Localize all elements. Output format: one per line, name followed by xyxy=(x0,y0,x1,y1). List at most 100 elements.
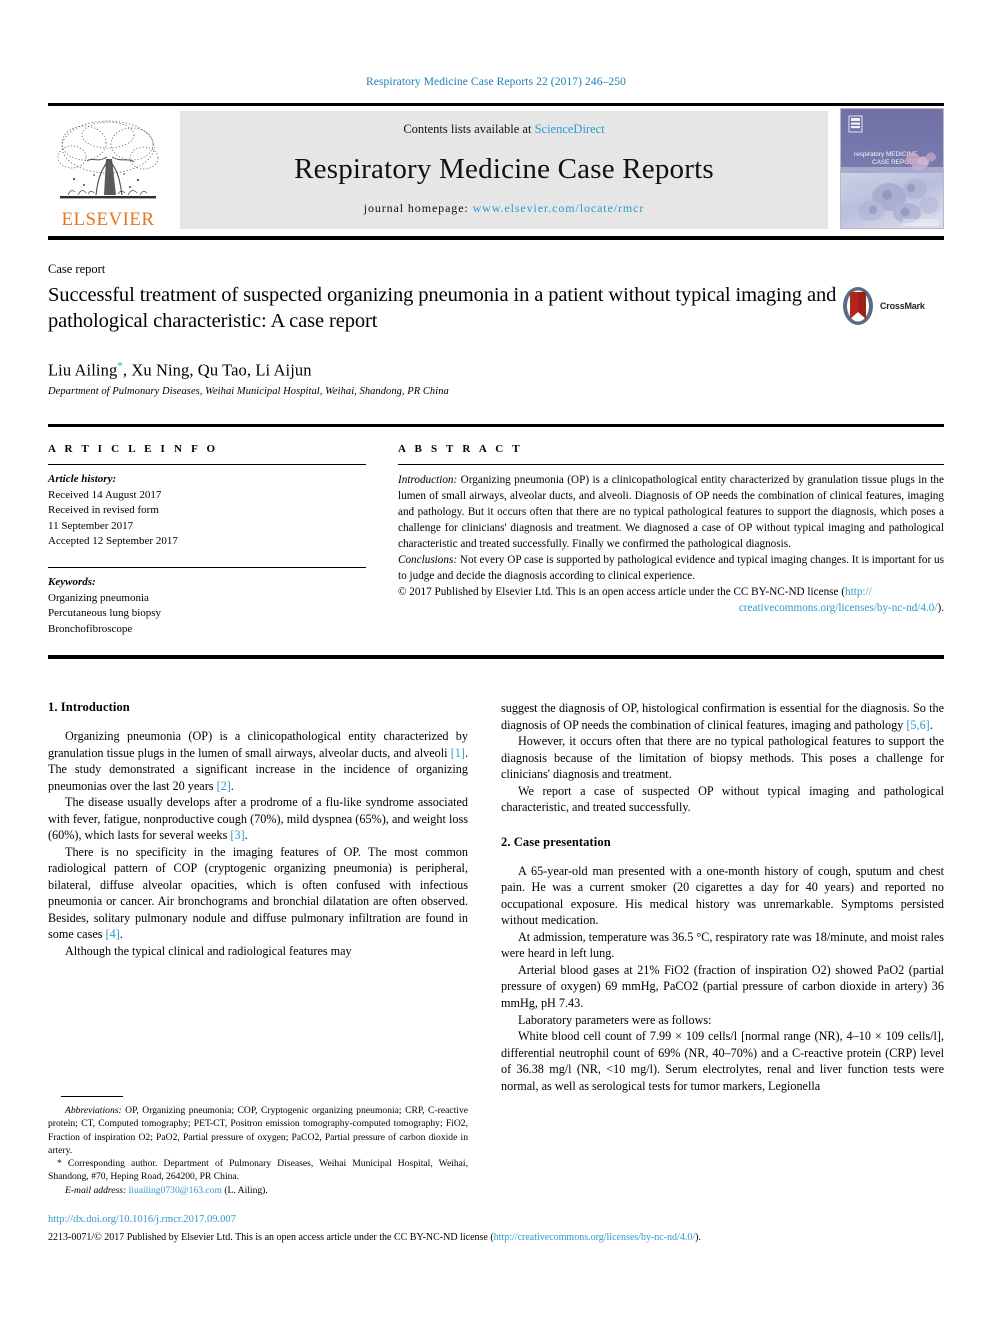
abstract-copyright-tail: ). xyxy=(937,602,944,615)
journal-cover-image: respiratory MEDICINE CASE REPORTS xyxy=(841,109,943,228)
abstract-block-rule-top xyxy=(48,424,944,427)
case-paragraph-5: White blood cell count of 7.99 × 109 cel… xyxy=(501,1029,944,1093)
intro-cont-text-b: . xyxy=(929,717,933,732)
abstract-introduction: Introduction: Organizing pneumonia (OP) … xyxy=(398,472,944,552)
author-affiliation: Department of Pulmonary Diseases, Weihai… xyxy=(48,386,449,397)
article-page: Respiratory Medicine Case Reports 22 (20… xyxy=(0,0,992,1323)
footnotes-block: Abbreviations: OP, Organizing pneumonia;… xyxy=(48,1104,468,1197)
article-title: Successful treatment of suspected organi… xyxy=(48,284,837,333)
article-history-group: Article history: Received 14 August 2017… xyxy=(48,472,366,550)
body-column-right: suggest the diagnosis of OP, histologica… xyxy=(501,700,944,1094)
abstract-conclusions-text: Not every OP case is supported by pathol… xyxy=(398,554,944,583)
abstract-introduction-text: Organizing pneumonia (OP) is a clinicopa… xyxy=(398,474,944,551)
abstract-copyright-line2: creativecommons.org/licenses/by-nc-nd/4.… xyxy=(398,600,944,616)
footnote-abbreviations: Abbreviations: OP, Organizing pneumonia;… xyxy=(48,1104,468,1157)
footnote-divider xyxy=(61,1096,123,1097)
citation-ref-4[interactable]: [4] xyxy=(106,927,120,941)
keyword-item: Bronchofibroscope xyxy=(48,622,133,635)
article-history-item: Received 14 August 2017 xyxy=(48,488,162,501)
email-address-suffix: (L. Ailing). xyxy=(221,1184,268,1196)
intro-p2-text-b: . xyxy=(244,828,248,843)
running-head: Respiratory Medicine Case Reports 22 (20… xyxy=(366,76,626,88)
abstract-divider xyxy=(398,464,944,465)
crossmark-badge[interactable]: CrossMark xyxy=(840,284,944,328)
abstract-block-rule-bottom xyxy=(48,655,944,659)
footer-license-link[interactable]: http://creativecommons.org/licenses/by-n… xyxy=(494,1232,695,1243)
case-paragraph-3: Arterial blood gases at 21% FiO2 (fracti… xyxy=(501,962,944,1010)
article-info-divider xyxy=(48,464,366,465)
article-type-label: Case report xyxy=(48,262,106,276)
keywords-label: Keywords: xyxy=(48,576,96,589)
footer-license-line: 2213-0071/© 2017 Published by Elsevier L… xyxy=(48,1231,944,1244)
abbreviations-label: Abbreviations: xyxy=(65,1105,122,1116)
keywords-group: Keywords: Organizing pneumonia Percutane… xyxy=(48,575,366,637)
intro-paragraph-3: There is no specificity in the imaging f… xyxy=(48,844,468,943)
masthead: ELSEVIER Contents lists available at Sci… xyxy=(48,103,944,231)
intro-paragraph-7: We report a case of suspected OP without… xyxy=(501,783,944,815)
case-paragraph-4: Laboratory parameters were as follows: xyxy=(518,1012,712,1027)
abstract-column: A B S T R A C T Introduction: Organizing… xyxy=(398,443,944,616)
case-paragraph-2: At admission, temperature was 36.5 °C, r… xyxy=(501,929,944,961)
journal-cover-thumbnail: respiratory MEDICINE CASE REPORTS xyxy=(840,108,944,229)
intro-p3-text-b: . xyxy=(119,927,123,942)
intro-cont-text-a: suggest the diagnosis of OP, histologica… xyxy=(501,701,944,732)
email-address-link[interactable]: liuailing0730@163.com xyxy=(129,1185,222,1196)
masthead-rule-bottom xyxy=(48,236,944,240)
footnote-corresponding-text: Corresponding author. Department of Pulm… xyxy=(48,1158,468,1183)
section-heading-case-presentation: 2. Case presentation xyxy=(501,834,611,849)
intro-p2-text-a: The disease usually develops after a pro… xyxy=(48,795,468,843)
citation-ref-1[interactable]: [1] xyxy=(451,746,465,760)
email-address-label: E-mail address: xyxy=(65,1184,127,1196)
intro-p1-text-a: Organizing pneumonia (OP) is a clinicopa… xyxy=(48,729,468,760)
abstract-copyright: © 2017 Published by Elsevier Ltd. This i… xyxy=(398,584,944,600)
article-info-heading: A R T I C L E I N F O xyxy=(48,443,219,455)
keywords-divider xyxy=(48,567,366,569)
citation-ref-5-6[interactable]: [5,6] xyxy=(906,718,929,732)
footer-issn-copyright: 2213-0071/© 2017 Published by Elsevier L… xyxy=(48,1232,494,1243)
abstract-conclusions-label: Conclusions: xyxy=(398,554,458,567)
intro-paragraph-1: Organizing pneumonia (OP) is a clinicopa… xyxy=(48,728,468,794)
homepage-prefix: journal homepage: xyxy=(363,201,473,215)
homepage-url-link[interactable]: www.elsevier.com/locate/rmcr xyxy=(473,201,645,215)
intro-p1-text-c: . xyxy=(230,778,234,793)
elsevier-logo: ELSEVIER xyxy=(48,111,168,229)
intro-paragraph-2: The disease usually develops after a pro… xyxy=(48,794,468,844)
journal-title: Respiratory Medicine Case Reports xyxy=(294,152,714,185)
intro-continuation-paragraph: suggest the diagnosis of OP, histologica… xyxy=(501,700,944,733)
abstract-license-link-part1[interactable]: http:// xyxy=(845,586,872,598)
journal-homepage-line: journal homepage: www.elsevier.com/locat… xyxy=(364,201,645,216)
sciencedirect-link[interactable]: ScienceDirect xyxy=(535,122,605,136)
footnote-email: E-mail address: liuailing0730@163.com (L… xyxy=(48,1184,468,1197)
abstract-heading: A B S T R A C T xyxy=(398,443,523,455)
abstract-copyright-text: © 2017 Published by Elsevier Ltd. This i… xyxy=(398,586,846,599)
article-history-item: 11 September 2017 xyxy=(48,519,134,532)
citation-ref-3[interactable]: [3] xyxy=(230,828,244,842)
article-history-item: Accepted 12 September 2017 xyxy=(48,535,178,548)
footnote-corresponding-author: * Corresponding author. Department of Pu… xyxy=(48,1157,468,1184)
citation-ref-2[interactable]: [2] xyxy=(217,779,231,793)
intro-paragraph-4: Although the typical clinical and radiol… xyxy=(65,943,352,958)
author-corresponding: Liu Ailing xyxy=(48,360,118,380)
abstract-body: Introduction: Organizing pneumonia (OP) … xyxy=(398,472,944,616)
author-list: Liu Ailing*, Xu Ning, Qu Tao, Li Aijun xyxy=(48,360,312,381)
intro-paragraph-6: However, it occurs often that there are … xyxy=(501,734,944,782)
keyword-item: Percutaneous lung biopsy xyxy=(48,607,162,620)
abstract-conclusions: Conclusions: Not every OP case is suppor… xyxy=(398,552,944,584)
section-heading-introduction: 1. Introduction xyxy=(48,700,130,714)
case-paragraph-1: A 65-year-old man presented with a one-m… xyxy=(501,863,944,928)
author-list-rest: , Xu Ning, Qu Tao, Li Aijun xyxy=(122,360,312,380)
doi-link[interactable]: http://dx.doi.org/10.1016/j.rmcr.2017.09… xyxy=(48,1214,236,1225)
crossmark-label: CrossMark xyxy=(880,301,925,311)
article-history-item: Received in revised form xyxy=(48,504,159,517)
body-column-left: 1. Introduction Organizing pneumonia (OP… xyxy=(48,700,468,959)
footer-license-tail: ). xyxy=(695,1232,701,1243)
elsevier-wordmark: ELSEVIER xyxy=(61,209,155,230)
contents-prefix: Contents lists available at xyxy=(403,122,535,136)
article-info-column: A R T I C L E I N F O Article history: R… xyxy=(48,443,366,637)
abstract-introduction-label: Introduction: xyxy=(398,474,458,486)
abstract-license-link-part2[interactable]: creativecommons.org/licenses/by-nc-nd/4.… xyxy=(739,602,938,614)
contents-available-line: Contents lists available at ScienceDirec… xyxy=(403,122,604,137)
crossmark-icon xyxy=(843,287,873,325)
elsevier-tree-icon xyxy=(57,120,159,199)
keyword-item: Organizing pneumonia xyxy=(48,591,149,604)
